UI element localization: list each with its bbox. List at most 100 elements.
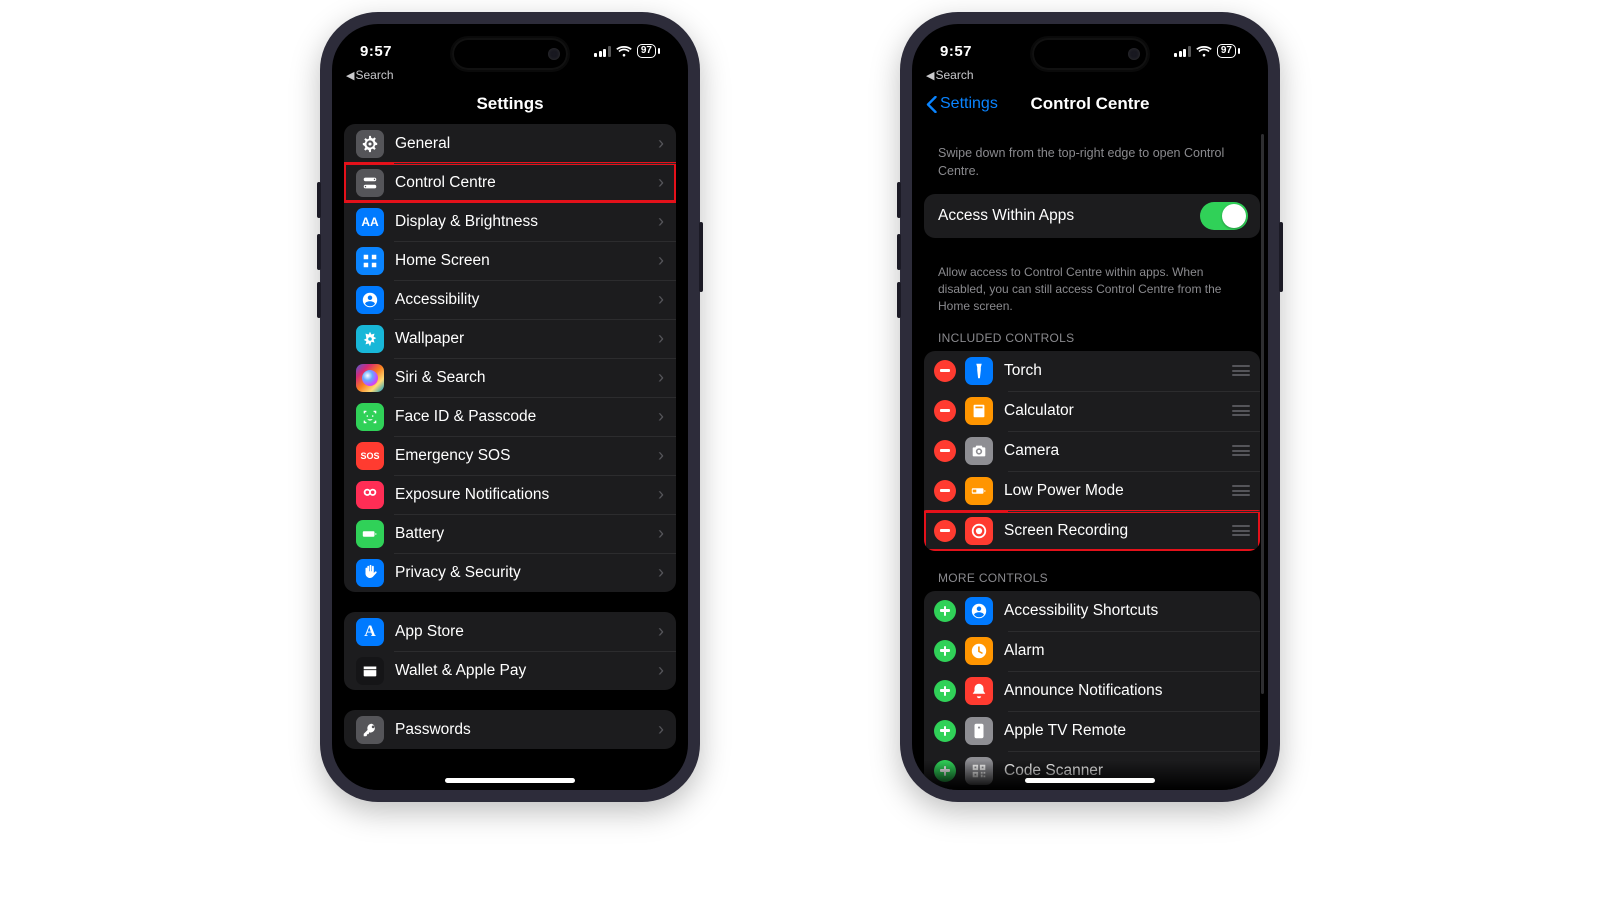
settings-row-siri[interactable]: Siri & Search› [344,358,676,397]
settings-row-appstore[interactable]: AApp Store› [344,612,676,651]
row-label: Wallet & Apple Pay [395,662,658,680]
camera-icon [965,437,993,465]
chevron-right-icon: › [658,660,664,681]
row-label: Display & Brightness [395,213,658,231]
settings-row-sos[interactable]: SOSEmergency SOS› [344,436,676,475]
battery-indicator: 97 [637,44,660,58]
privacy-icon [356,559,384,587]
phone-frame-right: 9:57 97 ◀Search Settings Control Ce [900,12,1280,802]
more-header: More Controls [924,571,1260,591]
toggle-label: Access Within Apps [938,207,1200,225]
status-time: 9:57 [360,43,392,60]
home-indicator[interactable] [445,778,575,783]
page-title: Settings [476,94,543,114]
back-to-search[interactable]: ◀Search [346,68,394,82]
chevron-right-icon: › [658,250,664,271]
included-screc[interactable]: Screen Recording [924,511,1260,551]
add-button[interactable] [934,760,956,782]
wallet-icon [356,657,384,685]
add-button[interactable] [934,600,956,622]
row-label: Control Centre [395,174,658,192]
settings-row-general[interactable]: General› [344,124,676,163]
chevron-right-icon: › [658,367,664,388]
row-label: General [395,135,658,153]
more-codesc[interactable]: Code Scanner [924,751,1260,790]
access-toggle[interactable] [1200,202,1248,230]
more-alarm[interactable]: Alarm [924,631,1260,671]
settings-row-faceid[interactable]: Face ID & Passcode› [344,397,676,436]
settings-row-cc[interactable]: Control Centre› [344,163,676,202]
remove-button[interactable] [934,400,956,422]
navbar: Settings [332,86,688,122]
screc-icon [965,517,993,545]
control-label: Camera [1004,442,1232,460]
row-label: Privacy & Security [395,564,658,582]
settings-row-passwords[interactable]: Passwords› [344,710,676,749]
drag-handle-icon[interactable] [1232,525,1250,536]
remove-button[interactable] [934,480,956,502]
settings-row-access[interactable]: Accessibility› [344,280,676,319]
home-indicator[interactable] [1025,778,1155,783]
settings-list[interactable]: General›Control Centre›AADisplay & Brigh… [332,124,688,790]
more-atvr[interactable]: Apple TV Remote [924,711,1260,751]
chevron-right-icon: › [658,621,664,642]
add-button[interactable] [934,680,956,702]
included-lpm[interactable]: Low Power Mode [924,471,1260,511]
atvr-icon [965,717,993,745]
alarm-icon [965,637,993,665]
drag-handle-icon[interactable] [1232,485,1250,496]
drag-handle-icon[interactable] [1232,405,1250,416]
home-icon [356,247,384,275]
control-label: Code Scanner [1004,762,1250,780]
chevron-right-icon: › [658,562,664,583]
control-label: Torch [1004,362,1232,380]
settings-row-privacy[interactable]: Privacy & Security› [344,553,676,592]
battery-indicator: 97 [1217,44,1240,58]
access-within-apps-row: Access Within Apps [924,194,1260,238]
included-torch[interactable]: Torch [924,351,1260,391]
chevron-right-icon: › [658,172,664,193]
cellular-icon [594,46,611,57]
chevron-right-icon: › [658,523,664,544]
drag-handle-icon[interactable] [1232,445,1250,456]
passwords-icon [356,716,384,744]
settings-row-wallet[interactable]: Wallet & Apple Pay› [344,651,676,690]
chevron-right-icon: › [658,719,664,740]
back-to-search[interactable]: ◀Search [926,68,974,82]
included-camera[interactable]: Camera [924,431,1260,471]
included-calc[interactable]: Calculator [924,391,1260,431]
add-button[interactable] [934,640,956,662]
screen-control-centre: 9:57 97 ◀Search Settings Control Ce [912,24,1268,790]
row-label: Siri & Search [395,369,658,387]
controlcentre-content[interactable]: Swipe down from the top-right edge to op… [912,124,1268,790]
settings-row-wall[interactable]: Wallpaper› [344,319,676,358]
settings-row-battery[interactable]: Battery› [344,514,676,553]
remove-button[interactable] [934,520,956,542]
row-label: Battery [395,525,658,543]
dynamic-island [452,38,568,70]
expose-icon [356,481,384,509]
chevron-left-icon [926,96,937,113]
add-button[interactable] [934,720,956,742]
remove-button[interactable] [934,360,956,382]
calc-icon [965,397,993,425]
back-button[interactable]: Settings [926,95,998,113]
display-icon: AA [356,208,384,236]
remove-button[interactable] [934,440,956,462]
settings-row-display[interactable]: AADisplay & Brightness› [344,202,676,241]
chevron-right-icon: › [658,328,664,349]
chevron-right-icon: › [658,289,664,310]
more-accsc[interactable]: Accessibility Shortcuts [924,591,1260,631]
control-label: Apple TV Remote [1004,722,1250,740]
more-announce[interactable]: Announce Notifications [924,671,1260,711]
control-label: Announce Notifications [1004,682,1250,700]
settings-row-expose[interactable]: Exposure Notifications› [344,475,676,514]
control-label: Alarm [1004,642,1250,660]
drag-handle-icon[interactable] [1232,365,1250,376]
access-caption: Allow access to Control Centre within ap… [924,258,1260,330]
scrollbar[interactable] [1261,134,1264,694]
settings-row-home[interactable]: Home Screen› [344,241,676,280]
intro-text: Swipe down from the top-right edge to op… [924,124,1260,194]
chevron-right-icon: › [658,406,664,427]
wall-icon [356,325,384,353]
